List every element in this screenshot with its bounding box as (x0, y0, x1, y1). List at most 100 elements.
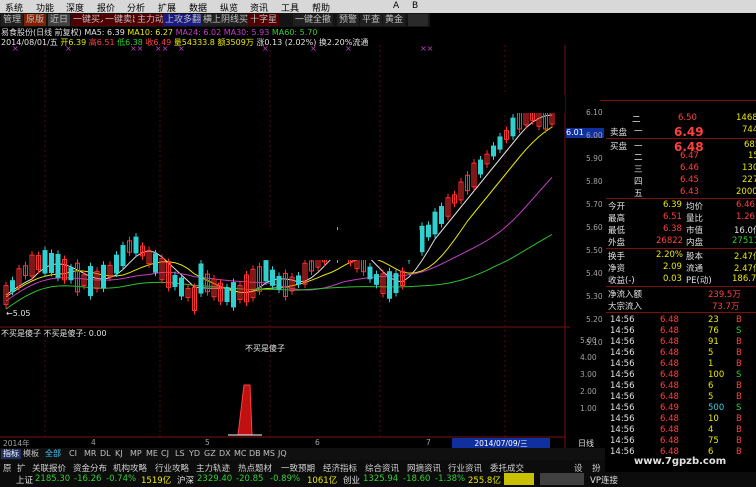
candle (270, 269, 275, 286)
tab-jq[interactable]: JQ (278, 449, 287, 459)
buy-level-3: 三 6.46 130 (570, 163, 756, 175)
alert-button[interactable]: 预警 (337, 14, 360, 26)
stat-value: 2.09 (663, 262, 682, 272)
tick-p: 6.48 (660, 392, 679, 402)
tick-v: 75 (708, 436, 719, 446)
tab-ls[interactable]: LS (175, 449, 185, 459)
tick-row: 14:56 6.48 75 B (608, 436, 756, 447)
kline-chart[interactable] (0, 45, 570, 449)
tab-yd[interactable]: YD (189, 449, 200, 459)
tick-t: 14:56 (610, 337, 635, 347)
original-button[interactable]: 原版 (24, 14, 47, 26)
menu-icon-a[interactable]: A (393, 1, 399, 11)
tab-ci[interactable]: CI (69, 449, 77, 459)
stat-value: 26822 (656, 236, 684, 246)
attack-button[interactable]: 上攻多翻 (163, 14, 204, 26)
tab-mr[interactable]: MR (84, 449, 96, 459)
level-volume: 685 (744, 140, 756, 150)
tab-dl[interactable]: DL (100, 449, 111, 459)
tick-v: 1 (708, 359, 714, 369)
stat-row: 今开 6.39 均价 6.46 (608, 200, 756, 212)
tick-d: B (736, 337, 742, 347)
tick-v: 91 (708, 337, 719, 347)
buy-level-5: 五 6.43 2000 (570, 187, 756, 199)
ma30-label: MA30: 5.93 (223, 28, 270, 37)
flow-key: 净流入额 (608, 290, 643, 300)
stat-key: 市值 (686, 226, 704, 236)
tab-mp[interactable]: MP (130, 449, 142, 459)
candle (426, 224, 431, 238)
tab-gz[interactable]: GZ (204, 449, 216, 459)
tab-db[interactable]: DB (249, 449, 261, 459)
gold-button[interactable]: 黄金 (383, 14, 406, 26)
ma-line (5, 114, 553, 296)
tick-row: 14:56 6.48 76 S (608, 326, 756, 337)
candle (491, 145, 496, 157)
sz-name: 沪深 (177, 476, 195, 486)
overlay-mask (500, 95, 565, 113)
level-volume: 130 (742, 163, 756, 173)
level-volume: 744 (742, 125, 756, 135)
recent-button[interactable]: 近日 (48, 14, 71, 26)
tick-d: B (736, 392, 742, 402)
level-volume: 227 (742, 175, 756, 185)
tick-v: 5 (708, 348, 714, 358)
menu-icon-b[interactable]: B (412, 1, 418, 11)
tab-mc[interactable]: MC (234, 449, 247, 459)
indicator-value: 不买是傻子: 0.00 (43, 329, 107, 338)
stat-value: 1.26 (736, 212, 755, 222)
stat-key: 均价 (686, 202, 704, 212)
sh-pct: -0.74% (106, 474, 137, 484)
yin-line-buy-button[interactable]: 横上阴线买 (201, 14, 251, 26)
tab-template[interactable]: 模板 (23, 449, 39, 459)
cross-star-button[interactable]: 十字星 (248, 14, 280, 26)
tab-me[interactable]: ME (146, 449, 158, 459)
manage-button[interactable]: 管理 (1, 14, 24, 26)
stat-key: 股本 (686, 252, 704, 262)
tab-indicator[interactable]: 指标 (1, 449, 21, 459)
connection-status[interactable]: VP连接 (590, 474, 618, 486)
tick-t: 14:56 (610, 436, 635, 446)
tick-v: 6 (708, 381, 714, 391)
sh-change: -16.26 (74, 474, 102, 484)
indicator-name: 不买是傻子 (1, 329, 41, 338)
tick-p: 6.48 (660, 359, 679, 369)
candle (387, 271, 392, 299)
tick-t: 14:56 (610, 392, 635, 402)
spike-bar (237, 384, 253, 436)
stock-name: 易食股份 (1, 28, 33, 37)
low-price-label: ←5.05 (6, 309, 31, 318)
cancel-all-button[interactable]: 一键全撤 (293, 14, 334, 26)
tab-cj[interactable]: CJ (161, 449, 169, 459)
tick-p: 6.48 (660, 436, 679, 446)
candle (133, 236, 139, 254)
toolbar-icon[interactable] (408, 14, 428, 26)
stat-divider (606, 286, 756, 287)
tick-p: 6.48 (660, 348, 679, 358)
tick-t: 14:56 (610, 381, 635, 391)
menu-bar: 系统 功能 深度 报价 分析 扩展 数据 纵览 资讯 工具 帮助 A B (0, 0, 756, 14)
cy-amount: 255.8亿 (468, 476, 501, 486)
tab-dx[interactable]: DX (219, 449, 231, 459)
x-tick: 7 (426, 438, 431, 447)
tick-p: 6.48 (660, 425, 679, 435)
tick-d: S (736, 326, 742, 336)
level-price: 6.49 (674, 125, 704, 139)
tab-ms[interactable]: MS (263, 449, 275, 459)
tick-p: 6.48 (660, 381, 679, 391)
candle (439, 206, 444, 224)
ma10-label: MA10: 6.27 (127, 28, 174, 37)
flow-divider (606, 312, 756, 313)
stat-value: 27511 (732, 236, 756, 246)
stat-value: 6.51 (663, 212, 682, 222)
tick-p: 6.48 (660, 326, 679, 336)
tick-t: 14:56 (610, 414, 635, 424)
tab-kj[interactable]: KJ (115, 449, 123, 459)
candle (101, 264, 106, 289)
candle (114, 254, 119, 274)
tab-all[interactable]: 全部 (45, 449, 61, 459)
indicator-title: 不买是傻子 不买是傻子: 0.00 (1, 328, 107, 339)
candle (419, 225, 425, 253)
check-button[interactable]: 平查 (360, 14, 383, 26)
book-divider (606, 138, 756, 139)
